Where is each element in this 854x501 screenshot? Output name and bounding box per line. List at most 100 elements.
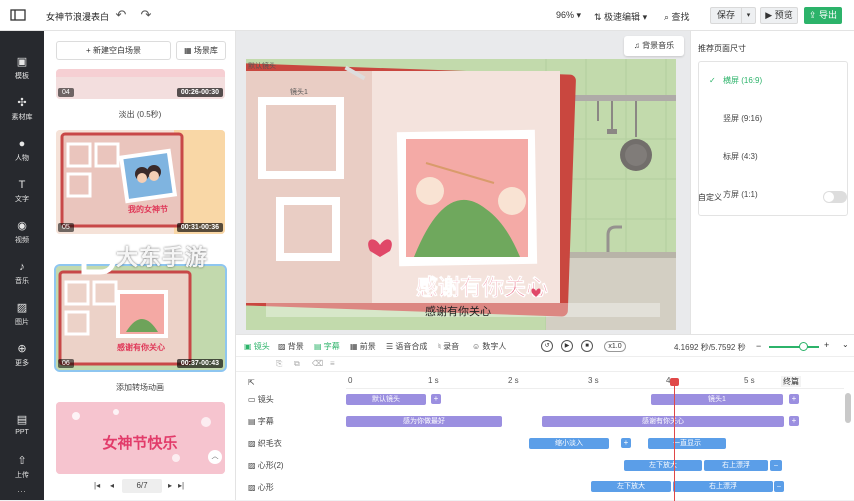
ratio-option-16-9[interactable]: ✓ 横屏 (16:9) [699,66,847,96]
add-clip-icon[interactable]: + [621,438,631,448]
clip-lens-default[interactable]: 默认镜头 [346,394,426,405]
timeline-scrollbar[interactable] [845,393,851,423]
first-page-icon[interactable]: |◂ [94,481,100,490]
next-page-icon[interactable]: ▸ [168,481,172,490]
undo-icon[interactable]: ↶ [113,7,129,23]
scene-thumb-05[interactable]: 我的女神节 05 00:31-00:36 [56,130,225,234]
collapse-timeline-icon[interactable]: ⌄ [842,340,849,349]
tab-lens[interactable]: ▣ 镜头 [244,341,270,352]
add-clip-icon[interactable]: + [789,416,799,426]
template-icon: ▣ [16,56,28,68]
delete-icon[interactable]: ⌫ [312,359,323,368]
zoom-out-icon[interactable]: − [756,341,761,351]
time-readout: 4.1692 秒/5.7592 秒 [674,343,746,352]
stage-artwork: 感谢有你关心 感谢有你关心 [246,59,676,330]
nav-assets[interactable]: ✣ 素材库 [0,92,44,128]
scene-thumb-04[interactable]: 04 00:26-00:30 [56,69,225,99]
playhead[interactable] [674,378,675,501]
background-icon: ▨ [278,342,288,351]
slider-handle[interactable] [799,342,808,351]
watermark-text: 大东手游 [116,245,209,270]
save-button[interactable]: 保存 ▾ [710,7,756,24]
ratio-option-4-3[interactable]: 标屏 (4:3) [699,142,847,172]
scene-library-button[interactable]: ▦ 场景库 [176,41,226,60]
clip-heart2-2[interactable]: 右上漂浮 [704,460,768,471]
track-label-lens[interactable]: ▭ 镜头 [248,389,346,411]
save-dropdown-icon[interactable]: ▾ [741,8,755,23]
track-label-heart[interactable]: ▨ 心形 [248,477,346,499]
tab-record[interactable]: ♮ 录音 [438,341,459,352]
play-icon[interactable]: ▶ [561,340,573,352]
stage-canvas[interactable]: 感谢有你关心 感谢有你关心 默认镜头 镜头1 [246,59,676,330]
tab-background[interactable]: ▨ 背景 [278,341,304,352]
clip-heart-more-icon[interactable]: – [774,481,784,492]
clip-lens-1[interactable]: 镜头1 [651,394,783,405]
tab-foreground[interactable]: ▦ 前景 [350,341,376,352]
tab-subtitle[interactable]: ▤ 字幕 [314,341,340,352]
nav-person[interactable]: ● 人物 [0,133,44,169]
clip-subtitle-1[interactable]: 感为你做最好 [346,416,502,427]
scene-thumb-07[interactable]: 女神节快乐 ︿ [56,402,225,474]
custom-size-toggle[interactable] [823,191,847,203]
custom-size-label: 自定义 [698,193,722,202]
playhead-handle[interactable] [670,378,679,386]
nav-more[interactable]: ⊕ 更多 [0,338,44,374]
nav-image[interactable]: ▨ 图片 [0,297,44,333]
subtitle-icon: ▤ [314,342,324,351]
ruler-label: 1 s [428,376,439,385]
nav-upload[interactable]: ⇧ 上传 [0,450,44,486]
new-scene-button[interactable]: + 新建空白场景 [56,41,171,60]
prev-page-icon[interactable]: ◂ [110,481,114,490]
stop-icon[interactable]: ■ [581,340,593,352]
nav-video[interactable]: ◉ 视频 [0,215,44,251]
transition-label[interactable]: 淡出 (0.5秒) [44,109,236,120]
track-label-knit[interactable]: ▨ 织毛衣 [248,433,346,455]
stage-subtitle: 感谢有你关心 [425,304,491,318]
zoom-select[interactable]: 96% ▾ [556,10,581,21]
add-transition[interactable]: 添加转场动画 [44,382,236,393]
clip-heart2-1[interactable]: 左下放大 [624,460,702,471]
more-dots-icon[interactable]: ··· [17,486,26,496]
scene-thumb-06[interactable]: 感谢有你关心 06 00:37-00:43 [54,264,227,372]
track-label-heart2[interactable]: ▨ 心形(2) [248,455,346,477]
speed-button[interactable]: x1.0 [604,341,626,352]
clip-subtitle-2[interactable]: 感谢有你关心 [542,416,784,427]
nav-text[interactable]: T 文字 [0,174,44,210]
tab-digital-human[interactable]: ☺ 数字人 [472,341,506,352]
collapse-icon[interactable]: ︿ [208,450,222,464]
nav-music[interactable]: ♪ 音乐 [0,256,44,292]
canvas-area: 感谢有你关心 感谢有你关心 默认镜头 镜头1 [236,31,690,334]
clip-knit-1[interactable]: 缩小淡入 [529,438,609,449]
nav-ppt[interactable]: ▤ PPT [0,409,44,445]
tab-tts[interactable]: ☰ 语音合成 [386,341,427,352]
add-clip-icon[interactable]: + [789,394,799,404]
align-icon[interactable]: ≡ [330,359,335,368]
time-ruler[interactable]: 0 1 s 2 s 3 s 4 s 5 s [346,372,844,389]
menu-icon[interactable] [10,8,26,22]
clip-heart-1[interactable]: 左下放大 [591,481,671,492]
clip-heart-2[interactable]: 右上漂浮 [673,481,773,492]
find-button[interactable]: ⌕ 查找 [664,10,690,23]
export-button[interactable]: ⇪ 导出 [804,7,842,24]
preview-button[interactable]: ▶ 预览 [760,7,798,24]
replay-icon[interactable]: ↺ [541,340,553,352]
clip-knit-2[interactable]: 一直显示 [648,438,726,449]
upload-icon: ⇧ [17,455,27,467]
ratio-option-9-16[interactable]: 竖屏 (9:16) [699,104,847,134]
image-track-icon: ▨ [248,439,258,448]
bgm-button[interactable]: ♫ 背景音乐 [624,36,684,56]
copy-icon[interactable]: ⧉ [294,359,300,369]
track-label-subtitle[interactable]: ▤ 字幕 [248,411,346,433]
last-page-icon[interactable]: ▸| [178,481,184,490]
zoom-in-icon[interactable]: + [824,340,829,350]
add-clip-icon[interactable]: + [431,394,441,404]
redo-icon[interactable]: ↷ [138,7,154,23]
timeline-zoom-slider[interactable] [769,346,819,348]
mode-icon: ⇅ [594,12,605,22]
edit-mode-select[interactable]: ⇅ 极速编辑 ▾ [594,10,647,23]
nav-template[interactable]: ▣ 模板 [0,51,44,87]
page-number[interactable]: 6/7 [122,479,162,493]
project-title[interactable]: 女神节浪漫表白 [46,10,109,23]
clip-heart2-more-icon[interactable]: – [770,460,782,471]
split-icon[interactable]: ⎘ [276,359,282,369]
